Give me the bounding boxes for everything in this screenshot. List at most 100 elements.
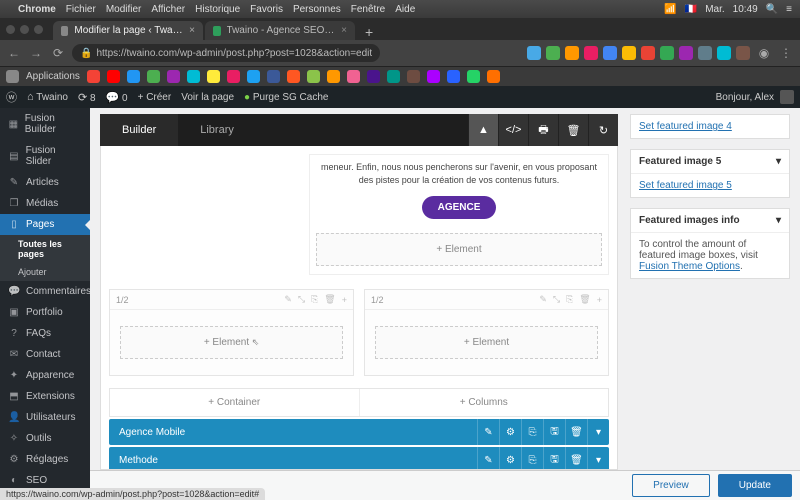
- chrome-menu-icon[interactable]: ⋮: [778, 46, 794, 60]
- tab-builder[interactable]: Builder: [100, 114, 178, 146]
- close-tab-icon[interactable]: ×: [189, 25, 195, 36]
- menu-edit[interactable]: Modifier: [106, 4, 142, 15]
- avatar[interactable]: [780, 90, 794, 104]
- trash-icon[interactable]: 🗑: [579, 294, 590, 305]
- edit-icon[interactable]: ✎: [284, 294, 292, 305]
- address-bar[interactable]: 🔒 https://twaino.com/wp-admin/post.php?p…: [72, 44, 380, 62]
- metabox-heading[interactable]: Featured images info▾: [631, 209, 789, 233]
- bookmark-icon[interactable]: [167, 70, 180, 83]
- code-icon[interactable]: </>: [498, 114, 528, 146]
- fusion-theme-options-link[interactable]: Fusion Theme Options: [639, 261, 740, 272]
- resize-icon[interactable]: ⤡: [298, 294, 305, 305]
- bookmark-icon[interactable]: [487, 70, 500, 83]
- bookmark-icon[interactable]: [107, 70, 120, 83]
- sidebar-item-pages[interactable]: ▯Pages: [0, 214, 90, 235]
- new-tab-button[interactable]: +: [357, 24, 381, 40]
- add-element-button[interactable]: + Element: [316, 233, 602, 266]
- bookmark-icon[interactable]: [447, 70, 460, 83]
- bookmark-icon[interactable]: [427, 70, 440, 83]
- set-featured-image-4-link[interactable]: Set featured image 4: [639, 121, 732, 132]
- clone-icon[interactable]: ⎘: [521, 419, 543, 445]
- reload-icon[interactable]: ⟳: [50, 46, 66, 60]
- section-title[interactable]: Methode: [109, 448, 477, 470]
- extension-icon[interactable]: [622, 46, 636, 60]
- sidebar-item-outils[interactable]: ✧Outils: [0, 428, 90, 449]
- wp-purge-cache[interactable]: ● Purge SG Cache: [244, 92, 328, 103]
- save-icon[interactable]: 🖫: [543, 419, 565, 445]
- clone-icon[interactable]: ⎘: [566, 294, 573, 305]
- status-flag-icon[interactable]: 🇫🇷: [685, 4, 697, 15]
- sidebar-item-extensions[interactable]: ⬒Extensions: [0, 386, 90, 407]
- menu-chrome[interactable]: Chrome: [18, 4, 56, 15]
- bookmark-icon[interactable]: [407, 70, 420, 83]
- set-featured-image-5-link[interactable]: Set featured image 5: [639, 180, 732, 191]
- bookmark-icon[interactable]: [247, 70, 260, 83]
- update-button[interactable]: Update: [718, 474, 792, 497]
- add-container-button[interactable]: + Container: [110, 389, 359, 416]
- tab-library[interactable]: Library: [178, 114, 256, 146]
- menu-file[interactable]: Fichier: [66, 4, 96, 15]
- sidebar-item-faqs[interactable]: ?FAQs: [0, 323, 90, 344]
- browser-tab[interactable]: Modifier la page ‹ Twaino — W… ×: [53, 21, 203, 40]
- wp-new[interactable]: + Créer: [138, 92, 172, 103]
- add-element-button[interactable]: + Element ⇖: [120, 326, 343, 359]
- edit-icon[interactable]: ✎: [477, 447, 499, 470]
- notifications-icon[interactable]: ≡: [786, 4, 792, 15]
- add-columns-button[interactable]: + Columns: [359, 389, 609, 416]
- section-title[interactable]: Agence Mobile: [109, 420, 477, 445]
- trash-icon[interactable]: 🗑: [565, 419, 587, 445]
- bookmark-icon[interactable]: [347, 70, 360, 83]
- spotlight-icon[interactable]: 🔍: [766, 4, 778, 15]
- sidebar-item-fusion-slider[interactable]: ▤Fusion Slider: [0, 140, 90, 172]
- bookmark-icon[interactable]: [187, 70, 200, 83]
- add-element-button[interactable]: + Element: [375, 326, 598, 359]
- edit-icon[interactable]: ✎: [539, 294, 547, 305]
- close-tab-icon[interactable]: ×: [341, 25, 347, 36]
- menu-history[interactable]: Historique: [195, 4, 240, 15]
- bookmark-icon[interactable]: [147, 70, 160, 83]
- clone-icon[interactable]: ⎘: [311, 294, 318, 305]
- profile-icon[interactable]: ◉: [756, 46, 772, 60]
- settings-icon[interactable]: ⚙: [499, 419, 521, 445]
- metabox-heading[interactable]: Featured image 5▾: [631, 150, 789, 174]
- menu-people[interactable]: Personnes: [293, 4, 341, 15]
- sidebar-item-apparence[interactable]: ✦Apparence: [0, 365, 90, 386]
- back-icon[interactable]: ←: [6, 46, 22, 60]
- cta-button[interactable]: AGENCE: [422, 196, 497, 219]
- sidebar-item-toutes-les-pages[interactable]: Toutes les pages: [0, 235, 90, 263]
- sidebar-item-médias[interactable]: ❐Médias: [0, 193, 90, 214]
- wp-comments[interactable]: 💬 0: [106, 91, 128, 104]
- extension-icon[interactable]: [527, 46, 541, 60]
- bookmark-icon[interactable]: [327, 70, 340, 83]
- sidebar-item-fusion-builder[interactable]: ▦Fusion Builder: [0, 108, 90, 140]
- arrow-up-icon[interactable]: ▲: [468, 114, 498, 146]
- bookmark-icon[interactable]: [367, 70, 380, 83]
- wp-site-home[interactable]: ⌂ Twaino: [27, 91, 68, 103]
- trash-icon[interactable]: 🗑: [558, 114, 588, 146]
- apps-label[interactable]: Applications: [26, 71, 80, 82]
- sidebar-item-commentaires[interactable]: 💬Commentaires: [0, 281, 90, 302]
- chevron-down-icon[interactable]: ▾: [587, 419, 609, 445]
- wp-logo-icon[interactable]: ⓦ: [6, 89, 17, 105]
- extension-icon[interactable]: [641, 46, 655, 60]
- forward-icon[interactable]: →: [28, 46, 44, 60]
- preview-button[interactable]: Preview: [632, 474, 710, 497]
- wp-greeting[interactable]: Bonjour, Alex: [716, 92, 774, 103]
- window-controls[interactable]: [6, 25, 43, 34]
- menu-help[interactable]: Aide: [395, 4, 415, 15]
- menu-bookmarks[interactable]: Favoris: [250, 4, 283, 15]
- extension-icon[interactable]: [565, 46, 579, 60]
- extension-icon[interactable]: [584, 46, 598, 60]
- extension-icon[interactable]: [679, 46, 693, 60]
- edit-icon[interactable]: ✎: [477, 419, 499, 445]
- bookmark-icon[interactable]: [127, 70, 140, 83]
- add-icon[interactable]: +: [597, 295, 602, 305]
- clone-icon[interactable]: ⎘: [521, 447, 543, 470]
- wp-view-page[interactable]: Voir la page: [181, 92, 234, 103]
- sidebar-item-utilisateurs[interactable]: 👤Utilisateurs: [0, 407, 90, 428]
- extension-icon[interactable]: [546, 46, 560, 60]
- extension-icon[interactable]: [717, 46, 731, 60]
- menu-view[interactable]: Afficher: [151, 4, 185, 15]
- history-icon[interactable]: ↻: [588, 114, 618, 146]
- wp-updates[interactable]: ⟳ 8: [78, 91, 96, 104]
